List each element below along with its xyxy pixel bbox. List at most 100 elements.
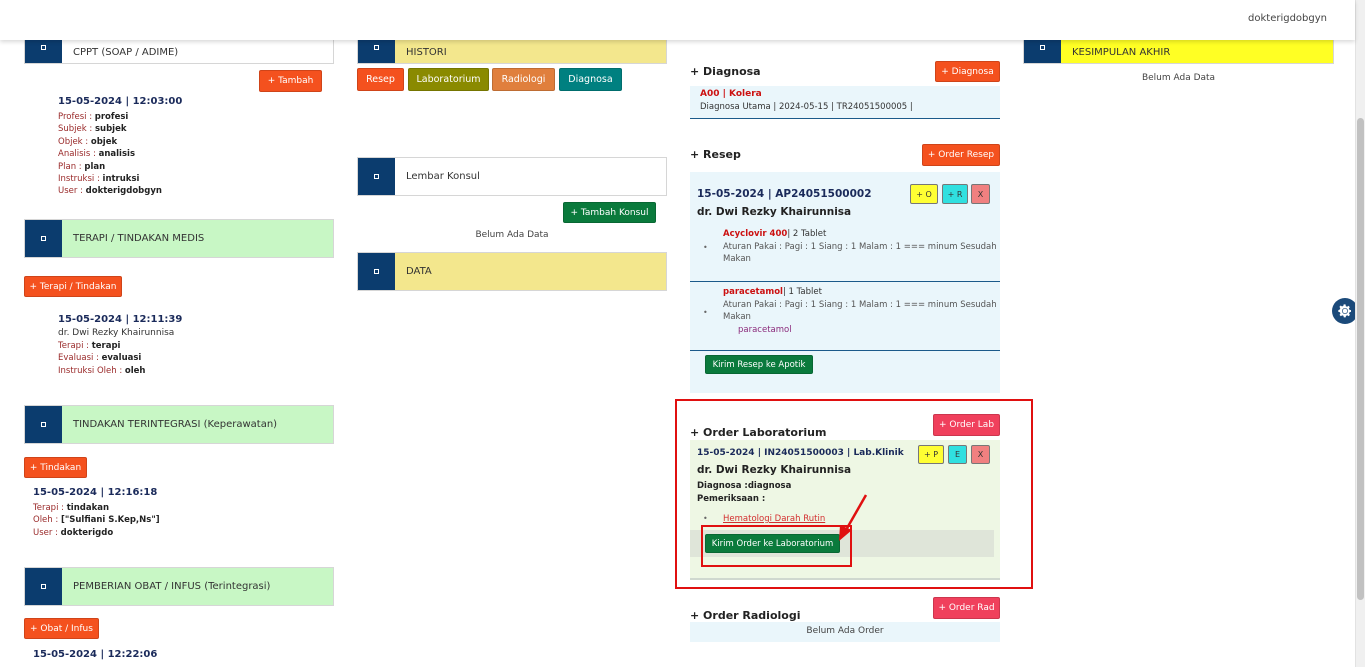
detail-key: User : [58, 186, 86, 197]
obat-timestamp: 15-05-2024 | 12:22:06 [33, 649, 158, 660]
add-obat-mini-button[interactable]: + O [910, 184, 938, 204]
diagnosa-card: A00 | Kolera Diagnosa Utama | 2024-05-15… [690, 86, 1000, 119]
terapi-entry: Terapi : terapi Evaluasi : evaluasi Instru… [58, 340, 145, 377]
collapse-icon[interactable] [358, 253, 395, 290]
delete-lab-button[interactable]: X [971, 445, 990, 464]
top-bar: dokterigdobgyn [0, 0, 1355, 40]
tab-resep[interactable]: Resep [357, 68, 404, 91]
obat-rule-cont: Makan [723, 254, 751, 265]
detail-value: dokterigdo [60, 527, 114, 538]
lab-id: 15-05-2024 | IN24051500003 | Lab.Klinik [697, 448, 904, 458]
resep-card: 15-05-2024 | AP24051500002 dr. Dwi Rezky… [690, 172, 1000, 393]
rad-empty: Belum Ada Order [690, 622, 1000, 642]
tindakan-entry: Terapi : tindakan Oleh : ["Sulfiani S.Kep… [33, 502, 160, 539]
terapi-title: TERAPI / TINDAKAN MEDIS [73, 233, 205, 244]
detail-row: Profesi : profesi [58, 111, 162, 123]
detail-row: User : dokterigdobgyn [58, 185, 162, 197]
resep-title: + Resep [690, 148, 741, 161]
detail-key: Instruksi Oleh : [58, 365, 125, 376]
collapse-icon[interactable] [358, 158, 395, 195]
detail-key: Instruksi : [58, 174, 103, 185]
lab-doctor: dr. Dwi Rezky Khairunnisa [697, 464, 852, 476]
add-tindakan-button[interactable]: + Tindakan [24, 457, 87, 478]
detail-key: Terapi : [58, 341, 92, 351]
tab-diagnosa[interactable]: Diagnosa [559, 68, 622, 91]
obat-header[interactable]: PEMBERIAN OBAT / INFUS (Terintegrasi) [24, 567, 334, 606]
cppt-timestamp: 15-05-2024 | 12:03:00 [58, 96, 183, 107]
lab-pemeriksaan: Pemeriksaan : [697, 494, 766, 504]
detail-key: User : [33, 527, 61, 538]
detail-key: Subjek : [58, 124, 95, 135]
detail-row: Terapi : tindakan [33, 502, 160, 514]
order-lab-button[interactable]: + Order Lab [933, 414, 1000, 436]
radiologi-title: + Order Radiologi [690, 609, 801, 622]
gear-icon [1338, 304, 1351, 318]
obat-rule: Aturan Pakai : Pagi : 1 Siang : 1 Malam … [723, 241, 997, 252]
obat-qty: | 1 Tablet [782, 287, 822, 297]
tab-radiologi[interactable]: Radiologi [492, 68, 555, 91]
kesimpulan-empty: Belum Ada Data [1141, 73, 1216, 83]
list-bullet: • [703, 308, 708, 317]
list-bullet: • [703, 243, 708, 252]
cppt-entry: Profesi : profesi Subjek : subjek Objek : … [58, 111, 162, 198]
detail-value: evaluasi [101, 353, 142, 364]
edit-lab-button[interactable]: E [948, 445, 967, 464]
detail-value: subjek [94, 124, 127, 135]
resep-doctor: dr. Dwi Rezky Khairunnisa [697, 206, 852, 218]
detail-row: Objek : objek [58, 136, 162, 148]
add-diagnosa-button[interactable]: + Diagnosa [935, 61, 1000, 82]
delete-resep-button[interactable]: X [971, 184, 990, 204]
order-resep-button[interactable]: + Order Resep [922, 144, 1000, 166]
detail-key: Profesi : [58, 112, 95, 122]
detail-row: Plan : plan [58, 161, 162, 173]
diagnosa-title: + Diagnosa [690, 65, 761, 78]
detail-row: Subjek : subjek [58, 123, 162, 135]
detail-row: Instruksi Oleh : oleh [58, 365, 145, 377]
detail-value: ["Sulfiani S.Kep,Ns"] [60, 515, 160, 526]
obat-extra: paracetamol [738, 324, 792, 335]
page-scrollbar[interactable] [1355, 0, 1365, 667]
detail-row: Terapi : terapi [58, 340, 145, 352]
scrollbar-thumb[interactable] [1357, 118, 1364, 600]
collapse-icon[interactable] [25, 568, 62, 605]
detail-key: Oleh : [33, 515, 61, 526]
collapse-icon[interactable] [25, 220, 62, 257]
terapi-header[interactable]: TERAPI / TINDAKAN MEDIS [24, 219, 334, 258]
add-pemeriksaan-mini-button[interactable]: + P [918, 445, 944, 464]
tindakan-title: TINDAKAN TERINTEGRASI (Keperawatan) [73, 419, 278, 430]
collapse-icon[interactable] [25, 406, 62, 443]
add-obat-button[interactable]: + Obat / Infus [24, 618, 99, 639]
konsul-empty: Belum Ada Data [475, 230, 549, 240]
tambah-konsul-button[interactable]: + Tambah Konsul [563, 202, 656, 223]
detail-row: Instruksi : intruksi [58, 173, 162, 185]
tambah-cppt-button[interactable]: + Tambah [259, 70, 322, 92]
detail-key: Plan : [58, 161, 85, 172]
add-terapi-button[interactable]: + Terapi / Tindakan [24, 276, 122, 297]
lab-item[interactable]: Hematologi Darah Rutin [723, 514, 825, 524]
obat-rule-cont: Makan [723, 312, 751, 323]
diagnosa-detail: Diagnosa Utama | 2024-05-15 | TR24051500… [700, 102, 913, 112]
tindakan-header[interactable]: TINDAKAN TERINTEGRASI (Keperawatan) [24, 405, 334, 444]
detail-row: Evaluasi : evaluasi [58, 352, 145, 364]
detail-row: Analisis : analisis [58, 148, 162, 160]
obat-name: paracetamol [723, 287, 783, 297]
detail-value: tindakan [66, 503, 110, 513]
data-header[interactable]: DATA [357, 252, 667, 291]
list-bullet: • [703, 514, 708, 523]
lab-title: + Order Laboratorium [690, 426, 827, 439]
detail-value: intruksi [102, 174, 140, 185]
detail-value: profesi [94, 112, 129, 122]
add-racikan-mini-button[interactable]: + R [942, 184, 968, 204]
obat-rule: Aturan Pakai : Pagi : 1 Siang : 1 Malam … [723, 299, 997, 310]
order-rad-button[interactable]: + Order Rad [933, 597, 1000, 619]
konsul-header[interactable]: Lembar Konsul [357, 157, 667, 196]
detail-key: Terapi : [33, 503, 67, 513]
tab-laboratorium[interactable]: Laboratorium [408, 68, 489, 91]
detail-key: Analisis : [58, 149, 99, 160]
arrow-annotation-icon [839, 494, 868, 541]
detail-value: analisis [98, 149, 136, 160]
kirim-resep-button[interactable]: Kirim Resep ke Apotik [705, 355, 813, 374]
user-name[interactable]: dokterigdobgyn [1248, 13, 1327, 24]
detail-value: oleh [124, 365, 146, 376]
kirim-order-lab-button[interactable]: Kirim Order ke Laboratorium [705, 534, 840, 553]
